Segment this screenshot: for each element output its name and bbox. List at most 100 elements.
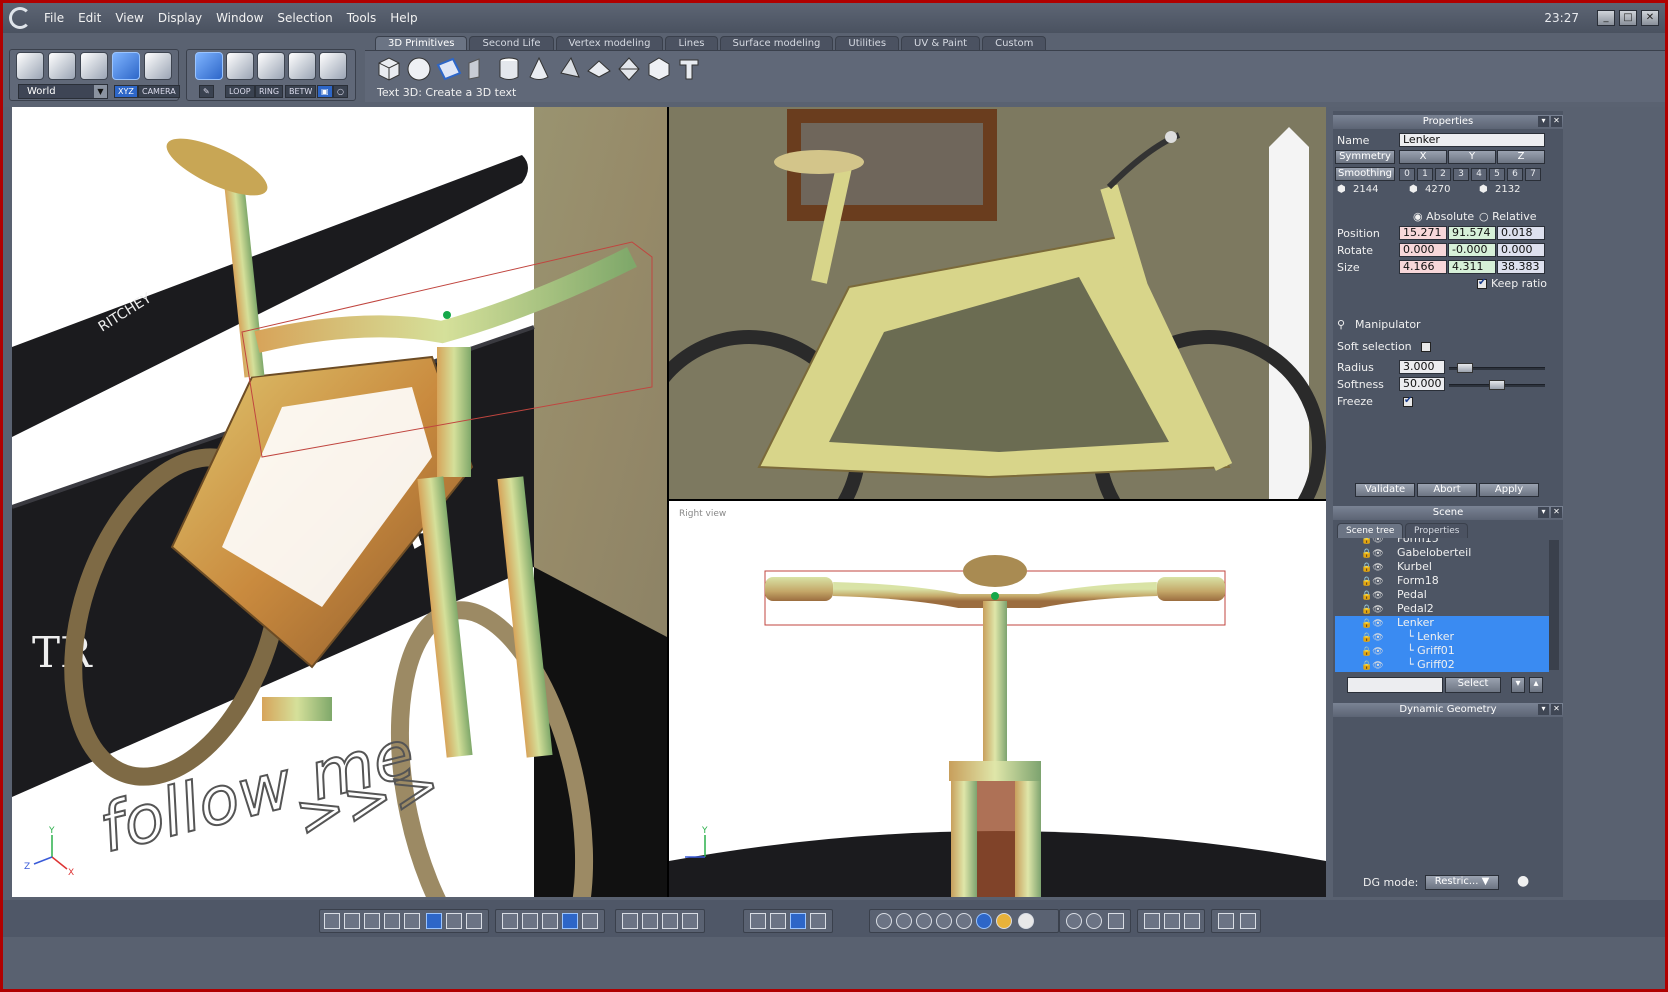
object-mode-icon[interactable]	[195, 52, 223, 80]
layout-quad-icon[interactable]	[344, 913, 360, 929]
tab-custom[interactable]: Custom	[982, 36, 1047, 51]
lasso-icon[interactable]	[48, 52, 76, 80]
layout-three-split-icon[interactable]	[426, 913, 442, 929]
smoothing-level-3[interactable]: 3	[1453, 168, 1469, 181]
rotate-y-field[interactable]: -0.000	[1448, 243, 1496, 257]
smoothing-level-6[interactable]: 6	[1507, 168, 1523, 181]
maximize-button[interactable]: □	[1619, 10, 1637, 26]
keep-ratio-checkbox[interactable]	[1477, 277, 1487, 289]
menu-display[interactable]: Display	[151, 11, 209, 25]
relative-radio[interactable]: ○ Relative	[1479, 210, 1536, 223]
smoothing-level-5[interactable]: 5	[1489, 168, 1505, 181]
flat-sphere-icon[interactable]	[916, 913, 932, 929]
dg-close-icon[interactable]: ✕	[1551, 704, 1562, 715]
perspective-viewport[interactable]: RITCHEY Comp TR	[12, 107, 667, 897]
abort-button[interactable]: Abort	[1417, 483, 1477, 497]
molecule-icon[interactable]	[1108, 913, 1124, 929]
octahedron-icon[interactable]	[615, 55, 643, 83]
edge-mode-icon[interactable]	[257, 52, 285, 80]
camera-icon[interactable]	[1240, 913, 1256, 929]
menu-edit[interactable]: Edit	[71, 11, 108, 25]
smoothing-level-0[interactable]: 0	[1399, 168, 1415, 181]
right-viewport[interactable]: Right view Y	[669, 501, 1326, 897]
between-button[interactable]: BETW	[285, 85, 317, 98]
move-icon[interactable]	[790, 913, 806, 929]
book-icon[interactable]	[1184, 913, 1200, 929]
tab-uv-paint[interactable]: UV & Paint	[901, 36, 981, 51]
position-z-field[interactable]: 0.018	[1497, 226, 1545, 240]
face-mode-icon[interactable]	[226, 52, 254, 80]
scene-tree-item[interactable]: 🔒👁 Lenker	[1335, 616, 1549, 630]
axes-icon[interactable]	[750, 913, 766, 929]
white-sphere-icon[interactable]	[1018, 913, 1034, 929]
position-x-field[interactable]: 15.271	[1399, 226, 1447, 240]
menu-window[interactable]: Window	[209, 11, 270, 25]
layout-vertical-icon[interactable]	[466, 913, 482, 929]
scene-tree-item[interactable]: 🔒👁 Form15	[1335, 538, 1549, 546]
coordinate-space-select[interactable]: World ▼	[18, 84, 108, 99]
soft-selection-checkbox[interactable]	[1421, 342, 1431, 352]
eye-icon[interactable]	[682, 913, 698, 929]
scene-filter-input[interactable]	[1347, 677, 1443, 693]
menu-view[interactable]: View	[108, 11, 150, 25]
scene-tree-item[interactable]: 🔒👁 Pedal	[1335, 588, 1549, 602]
layout-single-icon[interactable]	[324, 913, 340, 929]
tab-scene-properties[interactable]: Properties	[1405, 523, 1469, 538]
smoothing-level-7[interactable]: 7	[1525, 168, 1541, 181]
scene-tree-item[interactable]: 🔒👁 Kurbel	[1335, 560, 1549, 574]
sphere-icon[interactable]	[405, 55, 433, 83]
scene-tree-item[interactable]: 🔒👁 └ Lenker	[1335, 630, 1549, 644]
scene-tree-item[interactable]: 🔒👁 └ Griff02	[1335, 658, 1549, 672]
tab-vertex-modeling[interactable]: Vertex modeling	[555, 36, 664, 51]
cylinder-icon[interactable]	[495, 55, 523, 83]
smoothing-level-2[interactable]: 2	[1435, 168, 1451, 181]
scene-close-icon[interactable]: ✕	[1551, 507, 1562, 518]
grid-plane-icon[interactable]	[465, 55, 493, 83]
layout-three-left-icon[interactable]	[384, 913, 400, 929]
texture-grid-icon[interactable]	[562, 913, 578, 929]
tab-3d-primitives[interactable]: 3D Primitives	[375, 36, 468, 51]
apply-button[interactable]: Apply	[1479, 483, 1539, 497]
ghost-select-icon[interactable]	[144, 52, 172, 80]
menu-help[interactable]: Help	[383, 11, 424, 25]
vertex-mode-icon[interactable]	[288, 52, 316, 80]
fan-icon[interactable]	[1144, 913, 1160, 929]
light-icon[interactable]	[1066, 913, 1082, 929]
layout-three-right-icon[interactable]	[404, 913, 420, 929]
brush-select-icon[interactable]: ✎	[199, 85, 214, 98]
frame-all-icon[interactable]	[622, 913, 638, 929]
pyramid-icon[interactable]	[555, 55, 583, 83]
scene-tree-item[interactable]: 🔒👁 Form18	[1335, 574, 1549, 588]
rotate-tool-icon[interactable]	[112, 52, 140, 80]
render-light-icon[interactable]	[1218, 913, 1234, 929]
component-mode-icon[interactable]	[319, 52, 347, 80]
smooth-sphere-icon[interactable]	[956, 913, 972, 929]
validate-button[interactable]: Validate	[1355, 483, 1415, 497]
scene-tree[interactable]: 🔒👁 Form15 🔒👁 Gabeloberteil 🔒👁 Kurbel 🔒👁 Form18 🔒…	[1333, 538, 1563, 672]
zoom-icon[interactable]	[662, 913, 678, 929]
softness-field[interactable]: 50.000	[1399, 377, 1445, 391]
grid-sphere-icon[interactable]	[896, 913, 912, 929]
text-3d-icon[interactable]	[675, 55, 703, 83]
close-button[interactable]: ✕	[1641, 10, 1659, 26]
symmetry-button[interactable]: Symmetry	[1335, 150, 1395, 164]
scene-tree-item[interactable]: 🔒👁 Pedal2	[1335, 602, 1549, 616]
circle-toggle-icon[interactable]: ○	[333, 85, 348, 98]
tab-utilities[interactable]: Utilities	[835, 36, 900, 51]
scroll-down-icon[interactable]: ▾	[1511, 677, 1525, 693]
rotate-x-field[interactable]: 0.000	[1399, 243, 1447, 257]
drop-icon[interactable]	[810, 913, 826, 929]
scale-icon[interactable]	[770, 913, 786, 929]
size-z-field[interactable]: 38.383	[1497, 260, 1545, 274]
menu-tools[interactable]: Tools	[340, 11, 384, 25]
softness-slider-thumb[interactable]	[1489, 380, 1505, 390]
select-arrow-icon[interactable]	[16, 52, 44, 80]
smoothing-button[interactable]: Smoothing	[1335, 167, 1395, 181]
menu-selection[interactable]: Selection	[270, 11, 339, 25]
tab-second-life[interactable]: Second Life	[469, 36, 554, 51]
collapse-icon[interactable]: ▾	[1538, 116, 1549, 127]
scene-scrollbar[interactable]	[1549, 540, 1559, 670]
camera-button[interactable]: CAMERA	[138, 85, 180, 98]
radius-slider-thumb[interactable]	[1457, 363, 1473, 373]
double-light-icon[interactable]	[1086, 913, 1102, 929]
